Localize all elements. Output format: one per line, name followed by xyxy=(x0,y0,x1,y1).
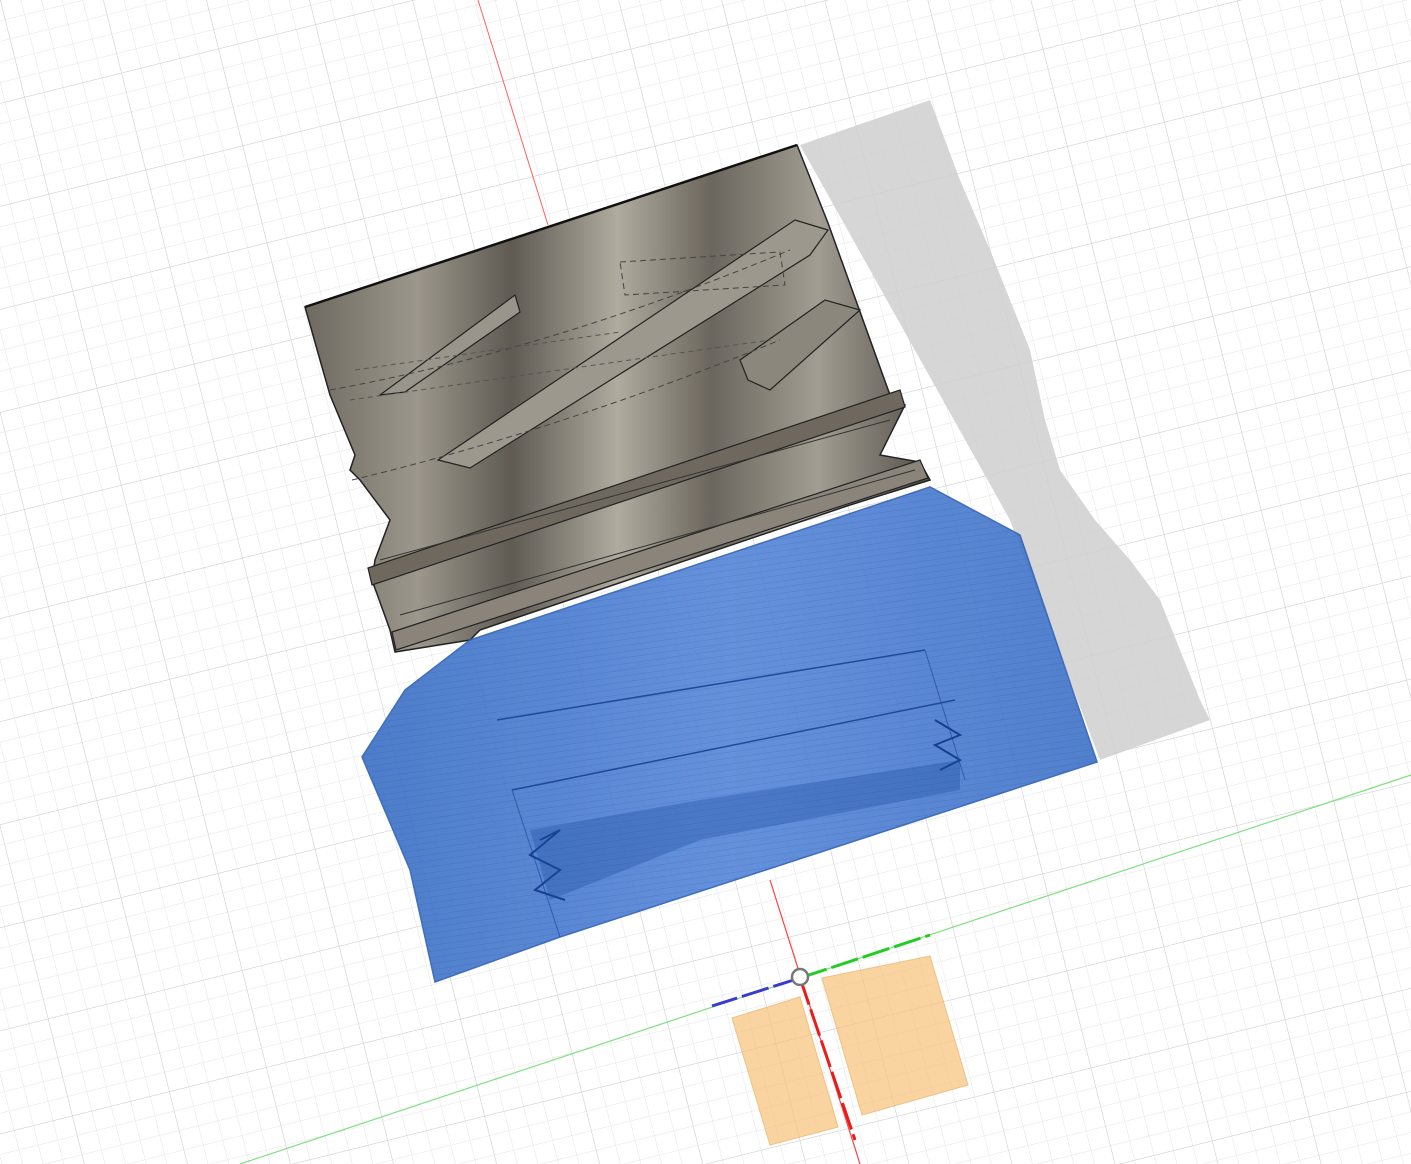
origin-point[interactable] xyxy=(790,967,810,987)
3d-viewport[interactable] xyxy=(0,0,1411,1164)
viewport-canvas[interactable] xyxy=(0,0,1411,1164)
